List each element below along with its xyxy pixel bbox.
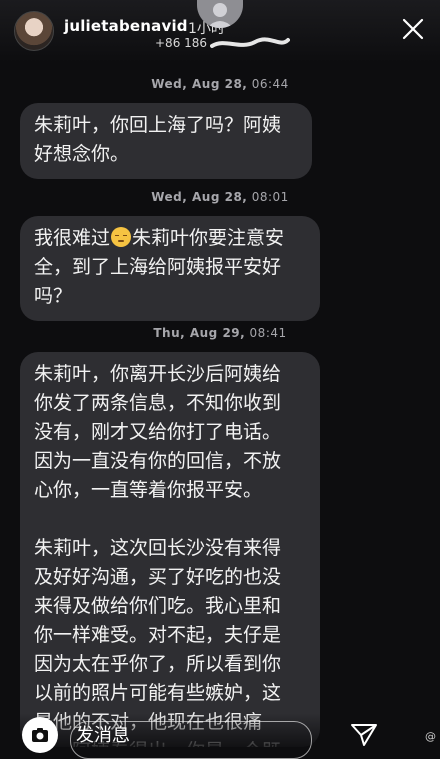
timestamp-day: Wed, Aug 28,	[151, 190, 248, 204]
message-timestamp: Thu, Aug 29, 08:41	[0, 326, 440, 340]
send-message-label: 发消息	[76, 725, 130, 746]
message-bubble[interactable]: 我很难过 朱莉叶你要注意安 全，到了上海给阿姨报平安好 吗？	[20, 216, 320, 321]
camera-button[interactable]	[22, 717, 58, 753]
timestamp-time: 06:44	[251, 77, 289, 91]
close-button[interactable]	[398, 14, 428, 44]
avatar[interactable]	[14, 11, 54, 51]
camera-icon	[32, 728, 48, 742]
reply-bar: 发消息 @	[0, 713, 440, 759]
watermark: @	[425, 730, 436, 743]
redaction-scribble	[210, 37, 290, 48]
message-bubble[interactable]: 朱莉叶，你离开长沙后阿姨给 你发了两条信息，不知你收到 没有，刚才又给你打了电话…	[20, 352, 320, 747]
close-icon	[402, 18, 424, 40]
timestamp-day: Thu, Aug 29,	[153, 326, 246, 340]
timestamp-day: Wed, Aug 28,	[151, 77, 248, 91]
phone-number: +86 186	[155, 36, 208, 50]
pensive-face-emoji	[111, 227, 132, 247]
timestamp-time: 08:41	[249, 326, 287, 340]
paper-plane-icon[interactable]	[350, 723, 378, 747]
timestamp-time: 08:01	[251, 190, 289, 204]
message-bubble[interactable]: 朱莉叶，你回上海了吗？阿姨 好想念你。	[20, 103, 312, 179]
message-timestamp: Wed, Aug 28, 06:44	[0, 77, 440, 91]
message-timestamp: Wed, Aug 28, 08:01	[0, 190, 440, 204]
username[interactable]: julietabenavid	[64, 17, 188, 35]
story-header: julietabenavid 1小时 +86 186	[0, 0, 440, 62]
message-text: 我很难过	[34, 227, 111, 249]
